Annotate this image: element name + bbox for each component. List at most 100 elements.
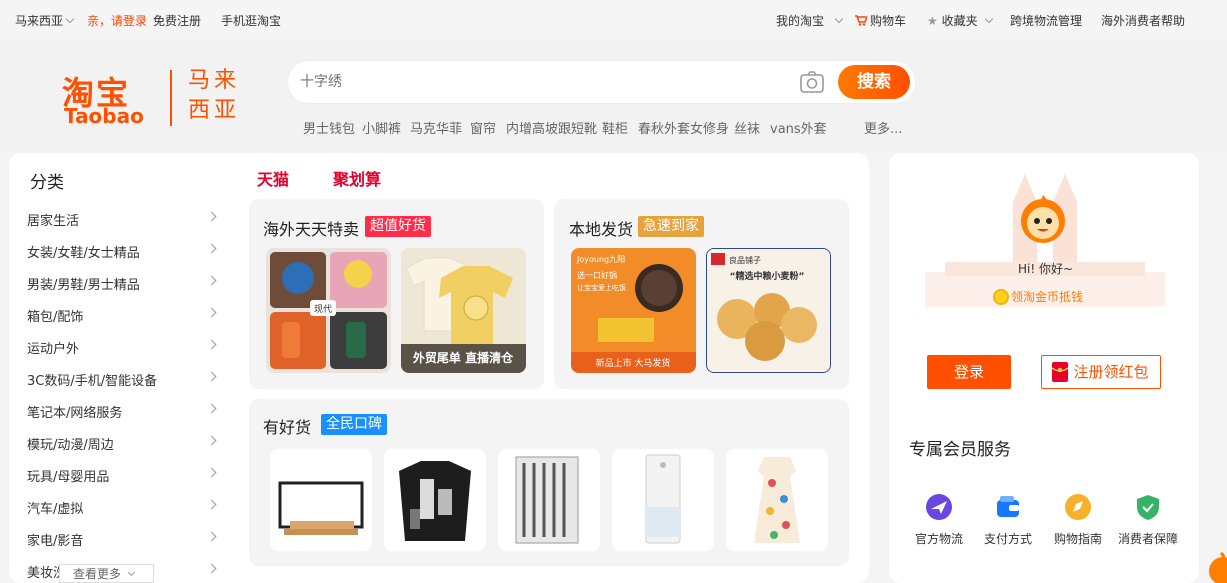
- category-item[interactable]: 女装/女鞋/女士精品: [27, 242, 140, 261]
- favorites-link[interactable]: ★ 收藏夹: [927, 12, 993, 29]
- category-item[interactable]: 玩具/母婴用品: [27, 466, 109, 485]
- search-button[interactable]: 搜索: [838, 65, 910, 99]
- pot-brand-text: Joyoung九阳: [576, 255, 625, 264]
- product-image-partition[interactable]: [498, 449, 600, 551]
- partition-illustration: [515, 456, 579, 544]
- register-redpacket-button[interactable]: 注册领红包: [1041, 355, 1161, 389]
- services-title: 专属会员服务: [909, 440, 1011, 460]
- hot-word[interactable]: 窗帘: [470, 118, 496, 137]
- login-link[interactable]: 亲，请登录: [87, 12, 147, 29]
- category-item[interactable]: 箱包/配饰: [27, 306, 83, 325]
- overseas-title: 海外天天特卖: [263, 220, 360, 239]
- logo-text-en: Taobao: [64, 104, 144, 128]
- region-line-1: 马来: [188, 68, 241, 93]
- dress-illustration: [754, 457, 800, 543]
- service-label: 官方物流: [914, 532, 963, 546]
- pot-line2-text: 让宝宝爱上吃饭: [577, 283, 626, 292]
- taobao-logo[interactable]: 淘宝 Taobao: [62, 68, 152, 128]
- tshirt-illustration: 外贸尾单 直播清仓: [401, 248, 526, 373]
- product-image-pot[interactable]: Joyoung九阳 选一口好锅 让宝宝爱上吃饭 新品上市 大马发货: [571, 248, 696, 373]
- pastry-illustration: 良品铺子 “精选中粮小麦粉”: [707, 249, 830, 372]
- hot-word[interactable]: 小脚裤: [362, 118, 401, 137]
- camera-icon[interactable]: [800, 71, 824, 93]
- product-image-jacket[interactable]: [384, 449, 486, 551]
- category-item[interactable]: 模玩/动漫/周边: [27, 434, 114, 453]
- coin-icon: [993, 289, 1009, 305]
- hot-word[interactable]: 春秋外套女修身: [638, 118, 729, 137]
- login-button[interactable]: 登录: [927, 355, 1011, 389]
- local-title: 本地发货: [569, 220, 634, 239]
- hot-word[interactable]: vans外套: [770, 118, 827, 137]
- category-item[interactable]: 笔记本/网络服务: [27, 402, 122, 421]
- category-item[interactable]: 3C数码/手机/智能设备: [27, 370, 157, 389]
- favorites-label: 收藏夹: [941, 14, 978, 28]
- region-line-2: 西亚: [188, 98, 241, 123]
- hot-word[interactable]: 内增高坡跟短靴: [506, 118, 597, 137]
- jacket-illustration: [399, 461, 471, 541]
- logo-divider: [170, 70, 172, 126]
- category-item[interactable]: 汽车/虚拟: [27, 498, 83, 517]
- chevron-down-icon: [65, 14, 75, 24]
- overseas-badge: 超值好货: [365, 216, 431, 237]
- compass-icon: [1065, 494, 1091, 520]
- service-label: 消费者保障: [1118, 532, 1179, 546]
- keychain-illustration: 现代: [266, 248, 391, 373]
- category-item[interactable]: 居家生活: [27, 210, 79, 229]
- pot-illustration: Joyoung九阳 选一口好锅 让宝宝爱上吃饭 新品上市 大马发货: [571, 248, 696, 373]
- hot-word[interactable]: 鞋柜: [602, 118, 628, 137]
- category-item[interactable]: 家电/影音: [27, 530, 83, 549]
- service-logistics[interactable]: 官方物流: [909, 493, 969, 547]
- red-packet-icon: [1052, 362, 1068, 382]
- product-image-pastry[interactable]: 良品铺子 “精选中粮小麦粉”: [706, 248, 831, 373]
- register-link[interactable]: 免费注册: [153, 12, 201, 29]
- service-payment[interactable]: 支付方式: [978, 493, 1038, 547]
- pastry-brand-text: 良品铺子: [729, 255, 761, 265]
- tab-juhuasuan[interactable]: 聚划算: [333, 166, 381, 190]
- help-link[interactable]: 海外消费者帮助: [1101, 12, 1185, 29]
- hot-word[interactable]: 男士钱包: [303, 118, 355, 137]
- register-redpacket-label: 注册领红包: [1073, 363, 1149, 381]
- view-more-label: 查看更多: [73, 567, 122, 581]
- my-taobao-link[interactable]: 我的淘宝: [776, 12, 844, 29]
- service-protection[interactable]: 消费者保障: [1118, 493, 1178, 547]
- hot-word[interactable]: 马克华菲: [410, 118, 462, 137]
- tab-tmall[interactable]: 天猫: [257, 166, 289, 190]
- local-badge: 急速到家: [638, 216, 704, 237]
- service-guide[interactable]: 购物指南: [1048, 493, 1108, 547]
- pot-footer-text: 新品上市 大马发货: [596, 357, 671, 369]
- search-input[interactable]: [300, 71, 780, 93]
- product-image-frame[interactable]: [270, 449, 372, 551]
- pastry-slogan-text: “精选中粮小麦粉”: [730, 270, 805, 282]
- region-selector[interactable]: 马来西亚: [15, 12, 75, 29]
- hot-word-more[interactable]: 更多...: [864, 118, 902, 137]
- category-item[interactable]: 运动户外: [27, 338, 79, 357]
- tshirt-caption: 外贸尾单 直播清仓: [413, 350, 514, 365]
- hot-word[interactable]: 丝袜: [734, 118, 760, 137]
- frame-illustration: [278, 481, 364, 535]
- shield-icon: [1137, 495, 1159, 520]
- good-goods-badge: 全民口碑: [321, 414, 387, 435]
- category-title: 分类: [30, 173, 64, 193]
- logo-region: 马来 西亚: [188, 66, 240, 126]
- product-image-purifier[interactable]: [612, 449, 714, 551]
- purifier-illustration: [645, 454, 681, 544]
- cart-link[interactable]: 购物车: [855, 12, 906, 29]
- product-image-dress[interactable]: [726, 449, 828, 551]
- star-icon: ★: [927, 14, 938, 28]
- good-goods-title: 有好货: [263, 418, 312, 437]
- plane-icon: [926, 494, 952, 520]
- pot-line1-text: 选一口好锅: [577, 270, 617, 280]
- view-more-button[interactable]: 查看更多: [59, 564, 154, 583]
- logistics-link[interactable]: 跨境物流管理: [1010, 12, 1082, 29]
- top-bar: 马来西亚 亲，请登录 免费注册 手机逛淘宝 我的淘宝 购物车 ★ 收藏夹 跨境物…: [0, 0, 1227, 41]
- greeting-text: Hi! 你好~: [1018, 262, 1074, 276]
- mascot-peek-icon[interactable]: [1207, 549, 1227, 583]
- avatar[interactable]: [1017, 193, 1069, 245]
- product-image-tshirts[interactable]: 外贸尾单 直播清仓: [401, 248, 526, 373]
- coin-link[interactable]: 领淘金币抵钱: [993, 288, 1083, 305]
- wallet-icon: [997, 496, 1019, 517]
- keychain-tag-text: 现代: [314, 304, 332, 315]
- product-image-keychains[interactable]: 现代: [266, 248, 391, 373]
- mobile-link[interactable]: 手机逛淘宝: [221, 12, 281, 29]
- category-item[interactable]: 男装/男鞋/男士精品: [27, 274, 140, 293]
